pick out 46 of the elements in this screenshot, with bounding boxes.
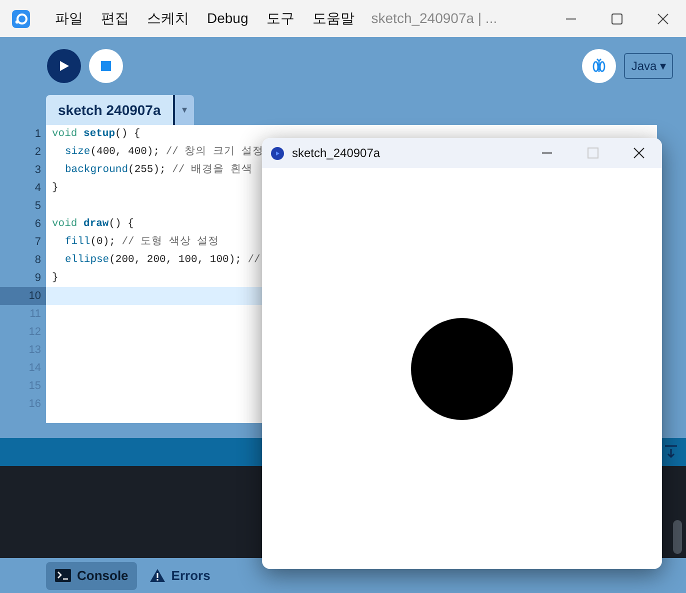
stop-button[interactable] <box>89 49 123 83</box>
terminal-icon <box>55 569 71 582</box>
line-number: 3 <box>34 163 42 178</box>
play-icon <box>58 60 70 72</box>
line-number: 4 <box>34 181 42 196</box>
menu-item[interactable]: 도구 <box>257 8 304 29</box>
code-line: fill(0); // 도형 색상 설정 <box>65 235 220 250</box>
code-line: void draw() { <box>52 217 134 232</box>
line-number: 6 <box>34 217 42 232</box>
line-number: 7 <box>34 235 42 250</box>
scrollbar-thumb[interactable] <box>673 520 682 554</box>
run-button[interactable] <box>47 49 81 83</box>
maximize-icon <box>587 147 599 159</box>
maximize-icon <box>611 12 623 24</box>
menu-item[interactable]: 편집 <box>92 8 138 29</box>
line-number: 2 <box>34 145 42 160</box>
stop-icon <box>100 60 112 72</box>
line-number: 9 <box>34 271 42 286</box>
code-line: background(255); // 배경을 흰색 <box>65 163 252 178</box>
code-line: } <box>52 181 58 196</box>
code-line: size(400, 400); // 창의 크기 설정 <box>65 145 264 160</box>
warning-icon <box>150 569 166 582</box>
butterfly-icon <box>592 58 606 74</box>
sketch-app-icon <box>271 146 284 160</box>
line-number: 10 <box>0 287 46 305</box>
code-line: } <box>52 271 58 286</box>
mode-dropdown[interactable]: Java ▾ <box>624 53 673 79</box>
close-icon <box>633 147 645 159</box>
debug-button[interactable] <box>582 49 616 83</box>
errors-tab[interactable]: Errors <box>141 562 220 590</box>
window-title: sketch_240907a <box>292 145 380 162</box>
line-number: 1 <box>34 127 42 142</box>
console-tab[interactable]: Console <box>46 562 138 590</box>
close-icon <box>657 12 669 24</box>
window-title: sketch_240907a | ... <box>371 9 498 28</box>
menu-item[interactable]: 도움말 <box>303 8 364 29</box>
sketch-tab[interactable]: sketch 240907a <box>46 95 175 125</box>
line-number: 8 <box>34 253 42 268</box>
scroll-down-icon[interactable] <box>664 445 678 459</box>
code-line: void setup() { <box>52 127 140 142</box>
menu-item[interactable]: 스케치 <box>138 8 198 29</box>
app-logo-icon <box>12 10 30 28</box>
line-number: 5 <box>34 199 42 214</box>
menu-item[interactable]: 파일 <box>46 8 92 29</box>
menu-item[interactable]: Debug <box>198 8 258 29</box>
code-line: ellipse(200, 200, 100, 100); // <box>65 253 260 268</box>
